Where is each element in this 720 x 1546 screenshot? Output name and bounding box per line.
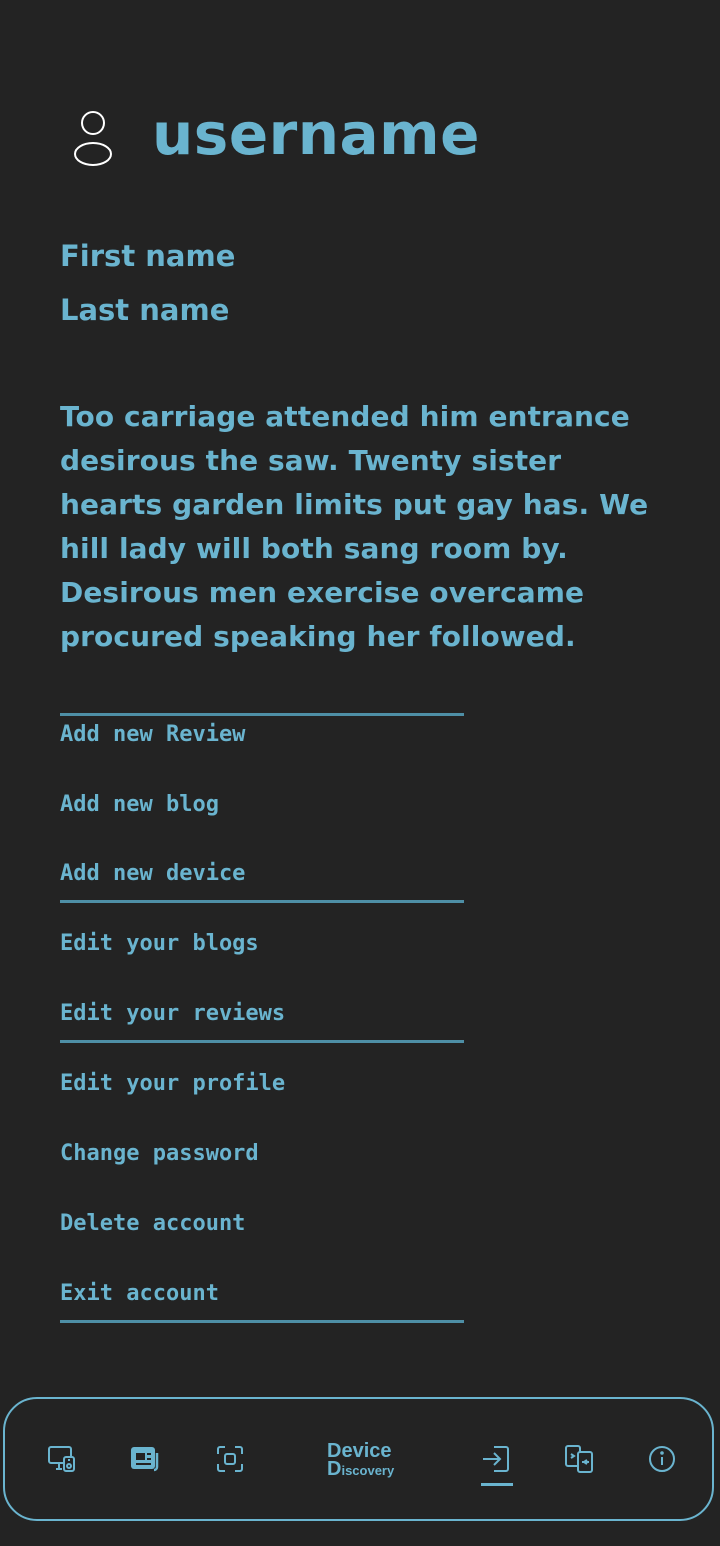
nav-devices[interactable] bbox=[42, 1439, 82, 1479]
compare-icon bbox=[565, 1445, 593, 1473]
nav-blogs[interactable] bbox=[126, 1439, 166, 1479]
nav-info[interactable] bbox=[642, 1439, 682, 1479]
add-new-device-link[interactable]: Add new device bbox=[60, 839, 464, 909]
user-icon bbox=[74, 111, 112, 166]
profile-header bbox=[68, 96, 118, 176]
username-title: username bbox=[152, 100, 480, 168]
exit-account-link[interactable]: Exit account bbox=[60, 1259, 464, 1329]
profile-bio: Too carriage attended him entrance desir… bbox=[60, 400, 649, 653]
nav-login[interactable] bbox=[476, 1439, 516, 1479]
devices-icon bbox=[48, 1446, 75, 1472]
blog-icon bbox=[131, 1447, 159, 1472]
add-new-review-link[interactable]: Add new Review bbox=[60, 700, 464, 770]
active-tab-indicator bbox=[481, 1483, 513, 1486]
device-discovery-logo[interactable]: Device Discovery bbox=[321, 1441, 407, 1481]
nav-compare[interactable] bbox=[559, 1439, 599, 1479]
add-new-blog-link[interactable]: Add new blog bbox=[60, 770, 464, 840]
login-icon bbox=[483, 1446, 509, 1472]
first-name: First name bbox=[60, 239, 236, 273]
brand-subtitle-rest: iscovery bbox=[341, 1463, 395, 1478]
delete-account-link[interactable]: Delete account bbox=[60, 1189, 464, 1259]
change-password-link[interactable]: Change password bbox=[60, 1119, 464, 1189]
edit-reviews-link[interactable]: Edit your reviews bbox=[60, 979, 464, 1049]
info-icon bbox=[649, 1446, 675, 1472]
edit-blogs-link[interactable]: Edit your blogs bbox=[60, 909, 464, 979]
brand-subtitle: Discovery bbox=[321, 1458, 407, 1480]
bottom-nav: Device Discovery bbox=[3, 1397, 714, 1521]
nav-scan[interactable] bbox=[210, 1439, 250, 1479]
last-name: Last name bbox=[60, 293, 230, 327]
edit-profile-link[interactable]: Edit your profile bbox=[60, 1049, 464, 1119]
brand-subtitle-initial: D bbox=[327, 1458, 342, 1480]
scan-icon bbox=[217, 1446, 243, 1472]
